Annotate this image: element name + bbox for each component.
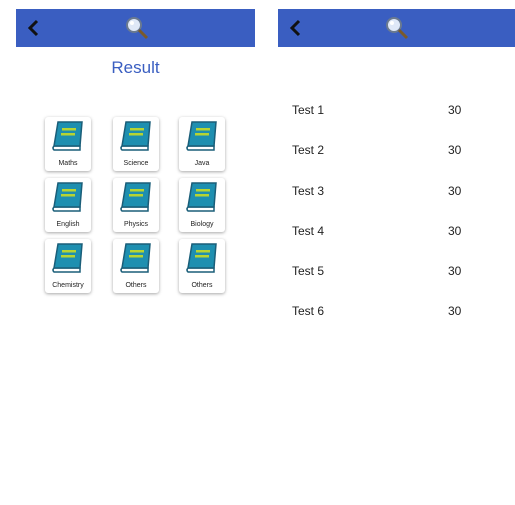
test-results-screen: Test 1 30 Test 2 30 Test 3 30 Test 4 30 …	[262, 0, 515, 505]
test-row[interactable]: Test 3 30	[292, 184, 492, 204]
test-row[interactable]: Test 5 30	[292, 264, 492, 284]
test-name: Test 6	[292, 304, 325, 318]
book-icon	[186, 243, 217, 273]
subject-card-others[interactable]: Others	[113, 239, 159, 293]
subject-card-biology[interactable]: Biology	[179, 178, 225, 232]
test-score: 30	[448, 264, 462, 278]
subject-card-java[interactable]: Java	[179, 117, 225, 171]
subject-card-physics[interactable]: Physics	[113, 178, 159, 232]
test-score: 30	[448, 184, 462, 198]
subject-label: Chemistry	[52, 282, 84, 289]
subject-card-chemistry[interactable]: Chemistry	[45, 239, 91, 293]
subject-label: Maths	[58, 160, 78, 167]
test-name: Test 3	[292, 184, 325, 198]
subject-label: Science	[123, 160, 149, 167]
test-name: Test 2	[292, 143, 325, 157]
test-name: Test 1	[292, 103, 325, 117]
test-name: Test 5	[292, 264, 325, 278]
magnifier-logo-icon	[386, 17, 409, 40]
test-row[interactable]: Test 1 30	[292, 103, 492, 123]
test-score: 30	[448, 224, 462, 238]
subject-label: Java	[194, 160, 210, 167]
book-icon	[52, 182, 83, 212]
book-icon	[52, 243, 83, 273]
subject-label: Others	[191, 282, 213, 289]
test-score: 30	[448, 103, 462, 117]
subject-card-maths[interactable]: Maths	[45, 117, 91, 171]
subject-card-others-2[interactable]: Others	[179, 239, 225, 293]
book-icon	[52, 121, 83, 151]
test-name: Test 4	[292, 224, 325, 238]
test-score: 30	[448, 304, 462, 318]
top-app-bar	[278, 9, 515, 47]
test-score: 30	[448, 143, 462, 157]
top-app-bar	[16, 9, 255, 47]
subjects-screen: Result Maths Science Java English Physic…	[0, 0, 255, 505]
page-title: Result	[111, 58, 160, 77]
magnifier-logo-icon	[126, 17, 149, 40]
subject-card-english[interactable]: English	[45, 178, 91, 232]
test-row[interactable]: Test 4 30	[292, 224, 492, 244]
subject-label: Physics	[123, 221, 149, 228]
back-arrow-icon[interactable]	[24, 16, 46, 40]
book-icon	[120, 243, 151, 273]
test-row[interactable]: Test 2 30	[292, 143, 492, 163]
test-row[interactable]: Test 6 30	[292, 304, 492, 324]
subject-label: Others	[125, 282, 147, 289]
book-icon	[186, 182, 217, 212]
book-icon	[120, 182, 151, 212]
back-arrow-icon[interactable]	[286, 16, 308, 40]
book-icon	[186, 121, 217, 151]
subject-label: Biology	[190, 221, 214, 228]
book-icon	[120, 121, 151, 151]
subject-label: English	[56, 221, 80, 228]
subject-card-science[interactable]: Science	[113, 117, 159, 171]
